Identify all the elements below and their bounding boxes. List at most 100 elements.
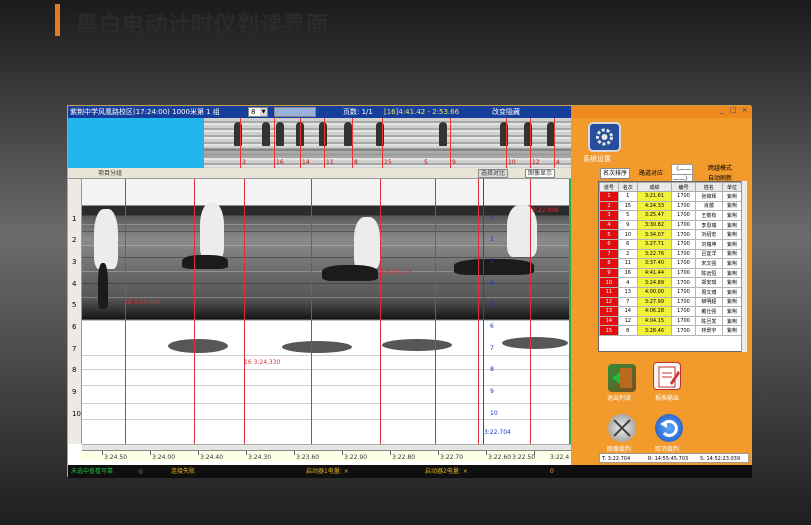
table-row[interactable]: 3 5 3:25.47 1700 王敬有 紫荆 xyxy=(599,210,742,221)
readout-s: S: 14:52:23.039 xyxy=(700,456,741,462)
col-name[interactable]: 姓名 xyxy=(694,182,724,192)
time-marker-line[interactable] xyxy=(311,179,312,444)
time-marker-line[interactable] xyxy=(380,179,381,444)
cursor-line[interactable] xyxy=(483,179,484,444)
table-cell-score: 3:28.46 xyxy=(636,325,673,336)
table-cell-rank: 7 xyxy=(617,296,638,308)
col-num[interactable]: 编号 xyxy=(671,182,696,192)
table-row[interactable]: 9 16 4:41.44 1700 陈远恒 紫荆 xyxy=(599,267,742,279)
table-cell-num: 1700 xyxy=(671,258,696,269)
group-select[interactable]: 8 ▼ xyxy=(248,107,268,117)
col-lane[interactable]: 道号 xyxy=(599,182,619,192)
table-cell-score: 4:06.28 xyxy=(636,306,673,317)
rank-sort-button[interactable]: 名次排序 xyxy=(600,168,631,179)
thumbnail-strip[interactable]: 3 16 14 11 8 15 5 9 10 12 4 xyxy=(204,118,571,168)
cancel-judge-button[interactable] xyxy=(655,414,683,442)
hide-toggle[interactable]: 改变隐藏 xyxy=(492,106,520,118)
table-row[interactable]: 1 1 3:21.61 1700 张锦辉 紫荆 xyxy=(599,191,742,202)
table-cell-rank: 12 xyxy=(617,315,638,327)
table-cell-rank: 6 xyxy=(617,238,638,250)
lane-number: 8 xyxy=(72,366,77,374)
axis-tick xyxy=(438,451,439,455)
thumb-mark-label: 14 xyxy=(302,159,310,166)
table-cell-name: 周文博 xyxy=(694,286,724,298)
col-score[interactable]: 成绩 xyxy=(636,182,673,192)
cursor-lane-mark: 9 xyxy=(490,388,494,395)
export-report-button[interactable] xyxy=(653,362,681,390)
system-settings-button[interactable] xyxy=(588,122,621,152)
results-scrollbar[interactable] xyxy=(741,181,747,352)
table-cell-rank: 1 xyxy=(617,191,638,202)
finish-line-image[interactable]: 18 3:24.005 16 3:24.330 9 3:22.776 3:22.… xyxy=(82,179,571,444)
cursor-lane-mark: 7 xyxy=(490,345,494,352)
table-row[interactable]: 15 8 3:28.46 1700 林景宇 紫荆 xyxy=(599,325,742,336)
window-controls: _ □ × xyxy=(718,106,749,118)
minimize-icon[interactable]: _ xyxy=(718,106,727,114)
lane-number-column: 1 2 3 4 5 6 7 8 9 10 xyxy=(68,179,82,444)
thumb-mark-label: 12 xyxy=(532,159,540,166)
zoom-slider[interactable] xyxy=(274,107,316,117)
starter1-battery: 启动器1电量: × xyxy=(306,468,349,475)
thumb-mark-line xyxy=(530,118,531,168)
table-cell-rank: 8 xyxy=(617,325,638,336)
table-row[interactable]: 6 6 3:27.71 1700 刘瑞坤 紫荆 xyxy=(599,238,742,250)
image-display-checkbox[interactable]: 图像显示 xyxy=(525,169,556,178)
cursor-lane-mark: 2 xyxy=(490,236,494,243)
group-select-value: 8 xyxy=(251,108,256,116)
table-cell-name: 柳明超 xyxy=(694,296,724,308)
time-marker-line[interactable] xyxy=(194,179,195,444)
table-row[interactable]: 14 12 4:04.15 1700 陈旦发 紫荆 xyxy=(599,315,742,327)
thumb-mark-label: 16 xyxy=(276,159,284,166)
thumb-mark-label: 15 xyxy=(384,159,392,166)
table-cell-unit: 紫荆 xyxy=(722,229,742,240)
table-cell-num: 1700 xyxy=(671,267,696,279)
table-cell-num: 1700 xyxy=(671,325,696,336)
table-cell-lane: 13 xyxy=(599,306,619,317)
close-icon[interactable]: × xyxy=(740,106,749,114)
compare-button[interactable]: 选择对比 xyxy=(478,169,509,178)
table-row[interactable]: 12 7 3:27.99 1700 柳明超 紫荆 xyxy=(599,296,742,308)
image-streak xyxy=(82,231,571,232)
time-marker-line[interactable] xyxy=(478,179,479,444)
table-row[interactable]: 7 2 3:22.76 1700 吕宜洋 紫荆 xyxy=(599,248,742,260)
axis-label: 3:24.50 xyxy=(104,454,128,461)
axis-label: 3:22.80 xyxy=(392,454,416,461)
time-marker-line[interactable] xyxy=(530,179,531,444)
cross-mode-checkbox[interactable]: 跨越模式 xyxy=(708,164,732,173)
runner-shadow xyxy=(382,339,452,351)
runner-figure xyxy=(322,265,378,281)
starter2-battery: 启动器2电量: × xyxy=(425,468,468,475)
lane-number: 9 xyxy=(72,388,77,396)
table-cell-name: 肖蕴 xyxy=(694,200,724,212)
table-row[interactable]: 11 13 4:00.00 1700 周文博 紫荆 xyxy=(599,286,742,298)
table-cell-lane: 10 xyxy=(599,277,619,288)
image-streak xyxy=(82,283,571,284)
table-row[interactable]: 13 14 4:06.28 1700 戴仕强 紫荆 xyxy=(599,306,742,317)
table-cell-score: 3:30.82 xyxy=(636,219,673,231)
table-cell-num: 1700 xyxy=(671,210,696,221)
time-marker-line[interactable] xyxy=(244,179,245,444)
table-cell-score: 3:22.76 xyxy=(636,248,673,260)
thumb-mark-line xyxy=(506,118,507,168)
table-row[interactable]: 8 11 3:37.40 1700 宋文强 紫荆 xyxy=(599,258,742,269)
time-marker-line[interactable] xyxy=(435,179,436,444)
exit-judge-button[interactable] xyxy=(608,364,636,392)
table-row[interactable]: 5 10 3:34.07 1700 刘绍宏 紫荆 xyxy=(599,229,742,240)
table-row[interactable]: 4 9 3:30.82 1700 李恩瑞 紫荆 xyxy=(599,219,742,231)
col-rank[interactable]: 名次 xyxy=(617,182,638,192)
table-cell-num: 1700 xyxy=(671,248,696,260)
lane-number: 6 xyxy=(72,323,77,331)
image-judge-button[interactable] xyxy=(608,414,636,442)
event-title: 紫荆中学风凰路校区(17:24:00) 1000米第 1 组 xyxy=(70,108,220,116)
table-row[interactable]: 2 15 4:24.33 1700 肖蕴 紫荆 xyxy=(599,200,742,212)
maximize-icon[interactable]: □ xyxy=(729,106,738,114)
axis-tick xyxy=(390,451,391,455)
time-marker-line[interactable] xyxy=(125,179,126,444)
preview-pane xyxy=(68,118,204,168)
page-indicator: 页数: 1/1 xyxy=(343,108,373,116)
thumb-mark-line xyxy=(240,118,241,168)
runner-shadow xyxy=(282,341,352,353)
col-unit[interactable]: 单位 xyxy=(722,182,742,192)
table-row[interactable]: 10 4 3:24.89 1700 郑安琪 紫荆 xyxy=(599,277,742,288)
table-cell-name: 陈旦发 xyxy=(694,315,724,327)
